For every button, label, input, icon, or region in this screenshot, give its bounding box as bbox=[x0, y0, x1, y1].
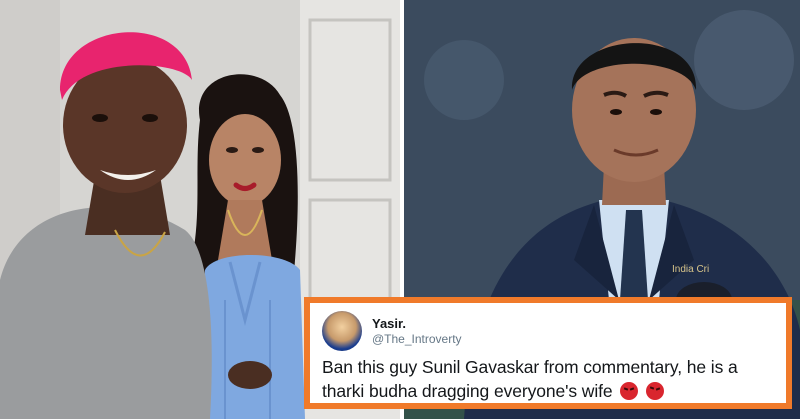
angry-face-icon bbox=[620, 382, 639, 400]
tweet-card: Yasir. @The_Introverty Ban this guy Suni… bbox=[304, 297, 792, 409]
jacket-logo-text: India Cri bbox=[672, 264, 709, 275]
avatar bbox=[322, 311, 362, 351]
tweet-handle: @The_Introverty bbox=[372, 331, 462, 346]
tweet-header: Yasir. @The_Introverty bbox=[322, 311, 774, 351]
tweet-author: Yasir. @The_Introverty bbox=[372, 316, 462, 347]
tweet-text: Ban this guy Sunil Gavaskar from comment… bbox=[322, 357, 738, 401]
tweet-body: Ban this guy Sunil Gavaskar from comment… bbox=[322, 355, 774, 403]
tweet-display-name: Yasir. bbox=[372, 315, 406, 331]
face-with-symbols-on-mouth-icon bbox=[646, 382, 665, 400]
